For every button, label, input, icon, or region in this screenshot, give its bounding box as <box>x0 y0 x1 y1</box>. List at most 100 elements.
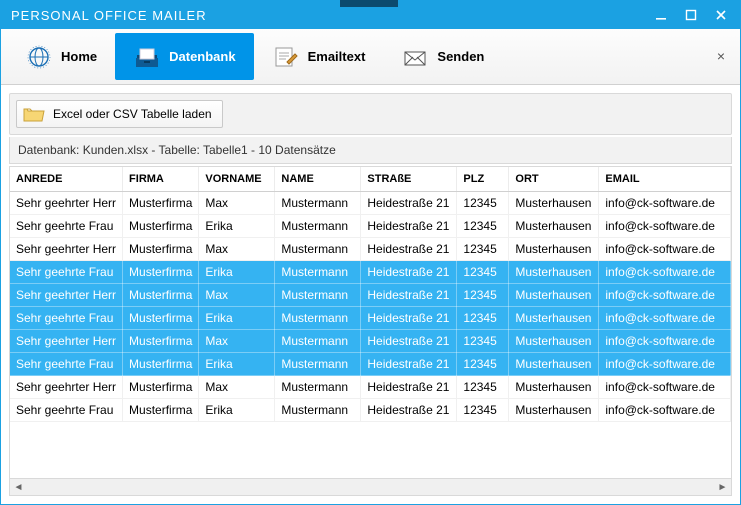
cell-vorname[interactable]: Max <box>199 238 275 261</box>
cell-ort[interactable]: Musterhausen <box>509 330 599 353</box>
cell-email[interactable]: info@ck-software.de <box>599 192 731 215</box>
cell-name[interactable]: Mustermann <box>275 399 361 422</box>
table-row[interactable]: Sehr geehrter HerrMusterfirmaMaxMusterma… <box>10 238 731 261</box>
cell-vorname[interactable]: Max <box>199 284 275 307</box>
cell-email[interactable]: info@ck-software.de <box>599 353 731 376</box>
cell-anrede[interactable]: Sehr geehrte Frau <box>10 261 123 284</box>
col-name[interactable]: NAME <box>275 167 361 192</box>
col-vorname[interactable]: VORNAME <box>199 167 275 192</box>
cell-firma[interactable]: Musterfirma <box>123 376 199 399</box>
cell-email[interactable]: info@ck-software.de <box>599 330 731 353</box>
col-anrede[interactable]: ANREDE <box>10 167 123 192</box>
cell-strasse[interactable]: Heidestraße 21 <box>361 192 457 215</box>
ribbon-database[interactable]: Datenbank <box>115 33 253 80</box>
table-row[interactable]: Sehr geehrte FrauMusterfirmaErikaMusterm… <box>10 399 731 422</box>
cell-firma[interactable]: Musterfirma <box>123 261 199 284</box>
cell-email[interactable]: info@ck-software.de <box>599 284 731 307</box>
cell-email[interactable]: info@ck-software.de <box>599 215 731 238</box>
col-ort[interactable]: ORT <box>509 167 599 192</box>
titlebar[interactable]: PERSONAL OFFICE MAILER <box>1 1 740 29</box>
cell-email[interactable]: info@ck-software.de <box>599 399 731 422</box>
cell-vorname[interactable]: Max <box>199 376 275 399</box>
cell-strasse[interactable]: Heidestraße 21 <box>361 261 457 284</box>
cell-ort[interactable]: Musterhausen <box>509 376 599 399</box>
table-row[interactable]: Sehr geehrte FrauMusterfirmaErikaMusterm… <box>10 307 731 330</box>
cell-strasse[interactable]: Heidestraße 21 <box>361 376 457 399</box>
cell-plz[interactable]: 12345 <box>457 376 509 399</box>
cell-vorname[interactable]: Max <box>199 330 275 353</box>
cell-strasse[interactable]: Heidestraße 21 <box>361 215 457 238</box>
cell-plz[interactable]: 12345 <box>457 238 509 261</box>
cell-firma[interactable]: Musterfirma <box>123 353 199 376</box>
cell-strasse[interactable]: Heidestraße 21 <box>361 399 457 422</box>
cell-strasse[interactable]: Heidestraße 21 <box>361 307 457 330</box>
cell-plz[interactable]: 12345 <box>457 192 509 215</box>
cell-firma[interactable]: Musterfirma <box>123 284 199 307</box>
cell-anrede[interactable]: Sehr geehrte Frau <box>10 215 123 238</box>
cell-email[interactable]: info@ck-software.de <box>599 238 731 261</box>
cell-name[interactable]: Mustermann <box>275 330 361 353</box>
cell-vorname[interactable]: Erika <box>199 261 275 284</box>
horizontal-scrollbar[interactable]: ◄ ► <box>10 478 731 495</box>
cell-plz[interactable]: 12345 <box>457 284 509 307</box>
cell-firma[interactable]: Musterfirma <box>123 307 199 330</box>
cell-vorname[interactable]: Max <box>199 192 275 215</box>
ribbon-home[interactable]: Home <box>7 33 115 80</box>
minimize-button[interactable] <box>646 3 676 27</box>
ribbon-collapse-button[interactable]: × <box>712 47 730 65</box>
cell-plz[interactable]: 12345 <box>457 307 509 330</box>
cell-anrede[interactable]: Sehr geehrter Herr <box>10 284 123 307</box>
cell-ort[interactable]: Musterhausen <box>509 399 599 422</box>
cell-name[interactable]: Mustermann <box>275 238 361 261</box>
cell-firma[interactable]: Musterfirma <box>123 330 199 353</box>
cell-ort[interactable]: Musterhausen <box>509 307 599 330</box>
table-row[interactable]: Sehr geehrter HerrMusterfirmaMaxMusterma… <box>10 192 731 215</box>
cell-name[interactable]: Mustermann <box>275 261 361 284</box>
cell-anrede[interactable]: Sehr geehrte Frau <box>10 399 123 422</box>
cell-name[interactable]: Mustermann <box>275 353 361 376</box>
scroll-track[interactable] <box>27 479 714 495</box>
load-table-button[interactable]: Excel oder CSV Tabelle laden <box>16 100 223 128</box>
close-button[interactable] <box>706 3 736 27</box>
cell-ort[interactable]: Musterhausen <box>509 238 599 261</box>
cell-vorname[interactable]: Erika <box>199 215 275 238</box>
cell-plz[interactable]: 12345 <box>457 399 509 422</box>
table-row[interactable]: Sehr geehrte FrauMusterfirmaErikaMusterm… <box>10 353 731 376</box>
cell-ort[interactable]: Musterhausen <box>509 215 599 238</box>
ribbon-emailtext[interactable]: Emailtext <box>254 33 384 80</box>
cell-ort[interactable]: Musterhausen <box>509 261 599 284</box>
cell-email[interactable]: info@ck-software.de <box>599 261 731 284</box>
cell-vorname[interactable]: Erika <box>199 353 275 376</box>
cell-name[interactable]: Mustermann <box>275 284 361 307</box>
cell-plz[interactable]: 12345 <box>457 330 509 353</box>
cell-vorname[interactable]: Erika <box>199 307 275 330</box>
maximize-button[interactable] <box>676 3 706 27</box>
col-firma[interactable]: FIRMA <box>123 167 199 192</box>
cell-name[interactable]: Mustermann <box>275 376 361 399</box>
cell-ort[interactable]: Musterhausen <box>509 192 599 215</box>
cell-name[interactable]: Mustermann <box>275 192 361 215</box>
cell-name[interactable]: Mustermann <box>275 307 361 330</box>
cell-strasse[interactable]: Heidestraße 21 <box>361 330 457 353</box>
cell-anrede[interactable]: Sehr geehrter Herr <box>10 238 123 261</box>
cell-plz[interactable]: 12345 <box>457 215 509 238</box>
cell-plz[interactable]: 12345 <box>457 261 509 284</box>
table-row[interactable]: Sehr geehrter HerrMusterfirmaMaxMusterma… <box>10 376 731 399</box>
scroll-right-icon[interactable]: ► <box>714 479 731 496</box>
table-row[interactable]: Sehr geehrte FrauMusterfirmaErikaMusterm… <box>10 261 731 284</box>
table-row[interactable]: Sehr geehrte FrauMusterfirmaErikaMusterm… <box>10 215 731 238</box>
cell-firma[interactable]: Musterfirma <box>123 399 199 422</box>
cell-anrede[interactable]: Sehr geehrter Herr <box>10 330 123 353</box>
cell-firma[interactable]: Musterfirma <box>123 238 199 261</box>
cell-vorname[interactable]: Erika <box>199 399 275 422</box>
cell-anrede[interactable]: Sehr geehrte Frau <box>10 353 123 376</box>
table-row[interactable]: Sehr geehrter HerrMusterfirmaMaxMusterma… <box>10 330 731 353</box>
cell-email[interactable]: info@ck-software.de <box>599 376 731 399</box>
cell-firma[interactable]: Musterfirma <box>123 192 199 215</box>
col-email[interactable]: EMAIL <box>599 167 731 192</box>
cell-ort[interactable]: Musterhausen <box>509 353 599 376</box>
cell-strasse[interactable]: Heidestraße 21 <box>361 353 457 376</box>
cell-email[interactable]: info@ck-software.de <box>599 307 731 330</box>
ribbon-send[interactable]: Senden <box>383 33 502 80</box>
cell-anrede[interactable]: Sehr geehrter Herr <box>10 192 123 215</box>
